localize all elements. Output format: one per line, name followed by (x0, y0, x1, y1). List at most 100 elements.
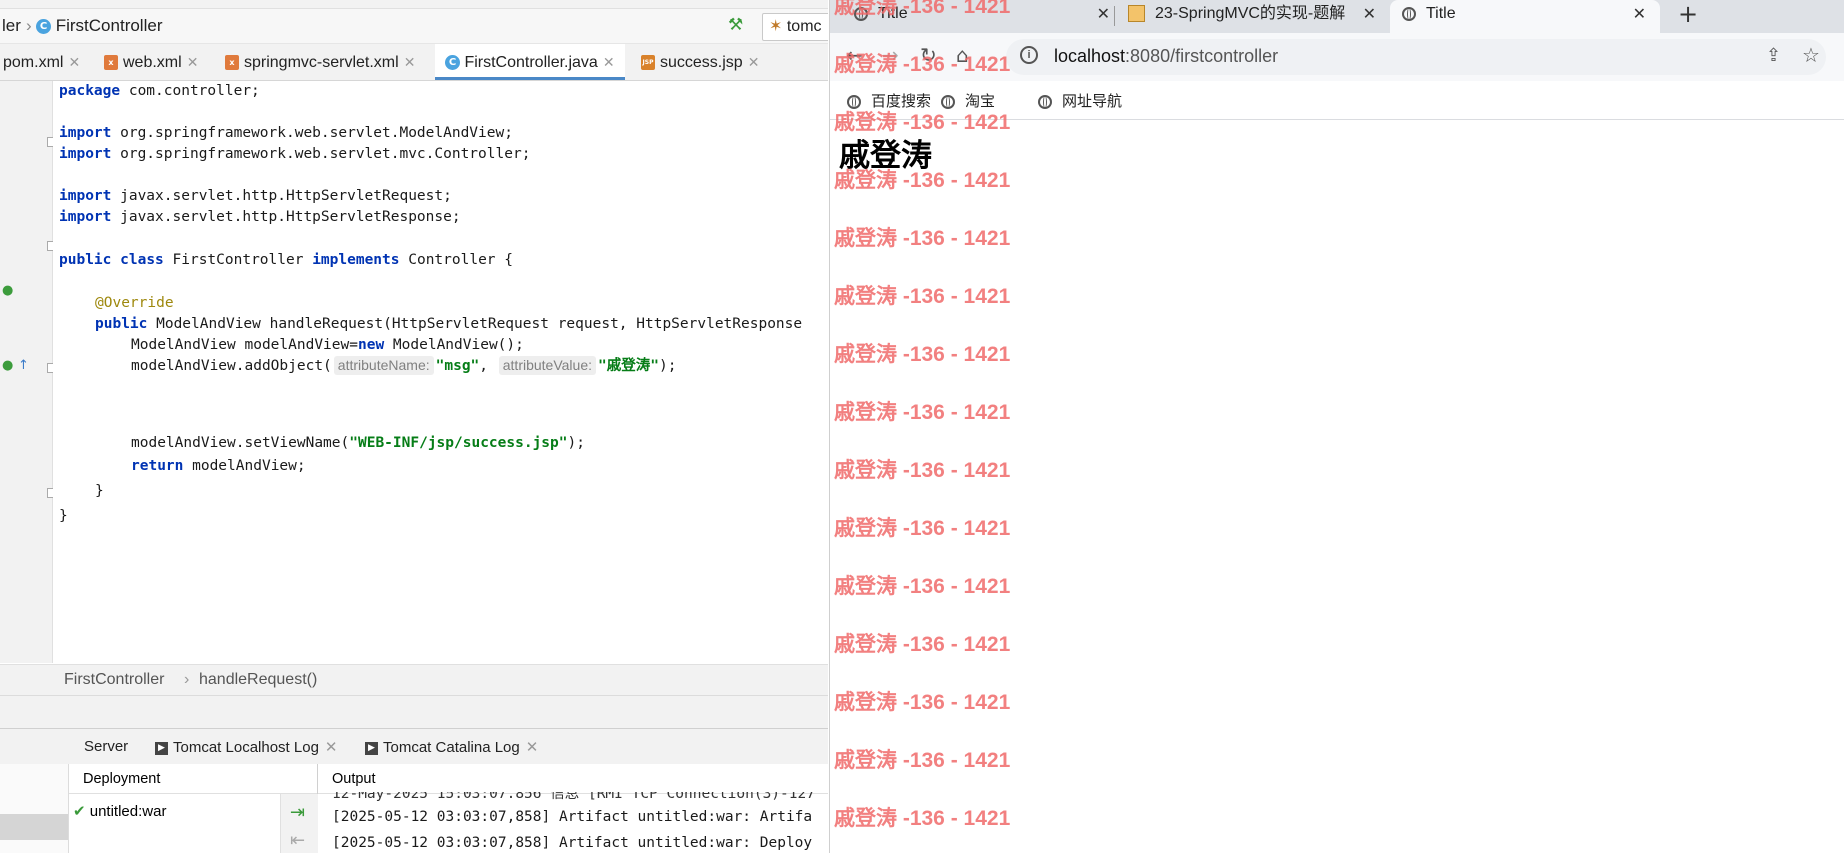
deployment-item[interactable]: ✔ untitled:war (73, 802, 166, 820)
close-icon[interactable]: ✕ (325, 739, 338, 756)
watermark-text: 戚登涛 -136 - 1421 (834, 459, 1011, 482)
code-line: } (95, 483, 104, 499)
deployment-actions: ⇥ ⇤ (280, 794, 318, 853)
close-icon[interactable]: ✕ (404, 54, 416, 70)
implementation-gutter-icon[interactable]: ● (2, 358, 13, 373)
ide-window: ler › C FirstController ⚒ ✶ tomc pom.xml… (0, 0, 828, 853)
tab-success-jsp[interactable]: JSP success.jsp ✕ (641, 44, 759, 80)
log-icon: ▶ (155, 741, 168, 755)
watermark-text: 戚登涛 -136 - 1421 (834, 691, 1011, 714)
check-icon: ✔ (73, 802, 86, 820)
globe-icon (1038, 95, 1052, 110)
deploy-icon[interactable]: ⇥ (290, 802, 305, 823)
output-header: Output (318, 764, 828, 794)
run-configuration-select[interactable]: ✶ tomc (762, 13, 828, 41)
code-editor[interactable]: package com.controller; import org.sprin… (53, 81, 828, 663)
tab-label: Tomcat Localhost Log (173, 739, 319, 756)
xml-file-icon: x (104, 55, 118, 71)
watermark-text: 戚登涛 -136 - 1421 (834, 343, 1011, 366)
watermark-text: 戚登涛 -136 - 1421 (834, 53, 1011, 76)
class-icon: C (445, 55, 460, 71)
breadcrumb-method[interactable]: handleRequest() (199, 671, 317, 689)
deployment-panel: Deployment ✔ untitled:war ⇥ ⇤ (69, 764, 318, 853)
tab-web-xml[interactable]: x web.xml ✕ (104, 44, 198, 80)
tab-divider (1114, 6, 1115, 26)
implementation-gutter-icon[interactable]: ● (2, 283, 13, 298)
address-bar[interactable]: i localhost:8080/firstcontroller ⇪ ☆ (1006, 39, 1826, 75)
build-hammer-icon[interactable]: ⚒ (728, 15, 750, 37)
editor-breadcrumb-bar: FirstController › handleRequest() (0, 664, 828, 695)
globe-icon (1402, 6, 1416, 21)
jsp-file-icon: JSP (641, 55, 655, 71)
tab-tomcat-localhost-log[interactable]: ▶ Tomcat Localhost Log ✕ (155, 738, 338, 756)
tab-label: success.jsp (660, 54, 743, 71)
undeploy-icon[interactable]: ⇤ (290, 830, 305, 851)
bookmark-star-icon[interactable]: ☆ (1802, 43, 1820, 67)
navigation-bar: ler › C FirstController ⚒ ✶ tomc (0, 9, 828, 44)
code-line: modelAndView.addObject(attributeName: "ms… (131, 356, 677, 375)
code-line: import org.springframework.web.servlet.m… (59, 146, 531, 162)
browser-window: Title ✕ 23-SpringMVC的实现-题解 ✕ Title ✕ + ←… (829, 0, 1844, 853)
deployment-item-label: untitled:war (89, 803, 167, 820)
watermark-text: 戚登涛 -136 - 1421 (834, 227, 1011, 250)
xml-file-icon: x (225, 55, 239, 71)
output-line: 12-May-2025 15:03:07.856 信息 [RMI TCP Con… (332, 792, 815, 802)
close-icon[interactable]: ✕ (1633, 0, 1646, 28)
code-line: return modelAndView; (131, 458, 306, 474)
ide-title-strip (0, 0, 828, 9)
close-icon[interactable]: ✕ (1097, 0, 1110, 28)
url-path: :8080/firstcontroller (1125, 46, 1279, 66)
code-line: import javax.servlet.http.HttpServletRes… (59, 209, 461, 225)
class-icon: C (36, 19, 51, 35)
close-icon[interactable]: ✕ (526, 739, 539, 756)
tomcat-icon: ✶ (769, 18, 783, 35)
tab-firstcontroller-java[interactable]: C FirstController.java ✕ (435, 44, 625, 80)
watermark-text: 戚登涛 -136 - 1421 (834, 517, 1011, 540)
watermark-text: 戚登涛 -136 - 1421 (834, 633, 1011, 656)
output-panel[interactable]: Output 12-May-2025 15:03:07.856 信息 [RMI … (318, 764, 828, 853)
browser-tab-label: Title (1426, 5, 1456, 22)
code-line: package com.controller; (59, 83, 260, 99)
url-text[interactable]: localhost:8080/firstcontroller (1054, 46, 1278, 67)
tab-pom-xml[interactable]: pom.xml ✕ (3, 44, 80, 80)
tab-label: springmvc-servlet.xml (244, 54, 399, 71)
code-line: modelAndView.setViewName("WEB-INF/jsp/su… (131, 435, 585, 451)
tab-label: pom.xml (3, 54, 64, 71)
log-icon: ▶ (365, 741, 378, 755)
breadcrumb-current[interactable]: C FirstController (36, 16, 162, 36)
watermark-text: 戚登涛 -136 - 1421 (834, 169, 1011, 192)
browser-tab[interactable]: 23-SpringMVC的实现-题解 ✕ (1128, 0, 1390, 30)
services-tabs: Server ▶ Tomcat Localhost Log ✕ ▶ Tomcat Ca… (0, 728, 828, 765)
override-gutter-icon[interactable]: ↑ (18, 358, 29, 373)
new-tab-plus-icon[interactable]: + (1678, 0, 1698, 28)
watermark-text: 戚登涛 -136 - 1421 (834, 749, 1011, 772)
watermark-text: 戚登涛 -136 - 1421 (834, 0, 1011, 18)
close-icon[interactable]: ✕ (1363, 0, 1376, 28)
breadcrumb-current-label: FirstController (55, 16, 163, 35)
bookmark-nav[interactable]: 网址导航 (1038, 90, 1122, 111)
services-tree-selection[interactable] (0, 814, 68, 840)
breadcrumb-separator-icon: › (184, 671, 190, 688)
code-line: public class FirstController implements … (59, 252, 513, 268)
close-icon[interactable]: ✕ (187, 54, 199, 70)
share-icon[interactable]: ⇪ (1766, 45, 1781, 66)
close-icon[interactable]: ✕ (603, 54, 615, 70)
close-icon[interactable]: ✕ (68, 54, 80, 70)
code-line: } (59, 508, 68, 524)
watermark-text: 戚登涛 -136 - 1421 (834, 401, 1011, 424)
parameter-hint: attributeValue: (498, 356, 596, 375)
deployment-header: Deployment (69, 764, 317, 794)
tab-springmvc-servlet-xml[interactable]: x springmvc-servlet.xml ✕ (225, 44, 415, 80)
output-line: [2025-05-12 03:03:07,858] Artifact untit… (332, 835, 813, 851)
editor-gutter: ● ● ↑ (0, 81, 57, 663)
watermark-text: 戚登涛 -136 - 1421 (834, 111, 1011, 134)
tab-server[interactable]: Server (84, 738, 128, 755)
browser-tab-active[interactable]: Title ✕ (1390, 0, 1660, 33)
close-icon[interactable]: ✕ (748, 54, 760, 70)
breadcrumb-prev[interactable]: ler (2, 16, 21, 36)
breadcrumb-class[interactable]: FirstController (64, 671, 164, 689)
tab-label: FirstController.java (464, 54, 598, 71)
tab-tomcat-catalina-log[interactable]: ▶ Tomcat Catalina Log ✕ (365, 738, 538, 756)
breadcrumb-separator-icon: › (26, 16, 32, 35)
editor-tabs: pom.xml ✕ x web.xml ✕ x springmvc-servlet.xm… (0, 44, 828, 81)
